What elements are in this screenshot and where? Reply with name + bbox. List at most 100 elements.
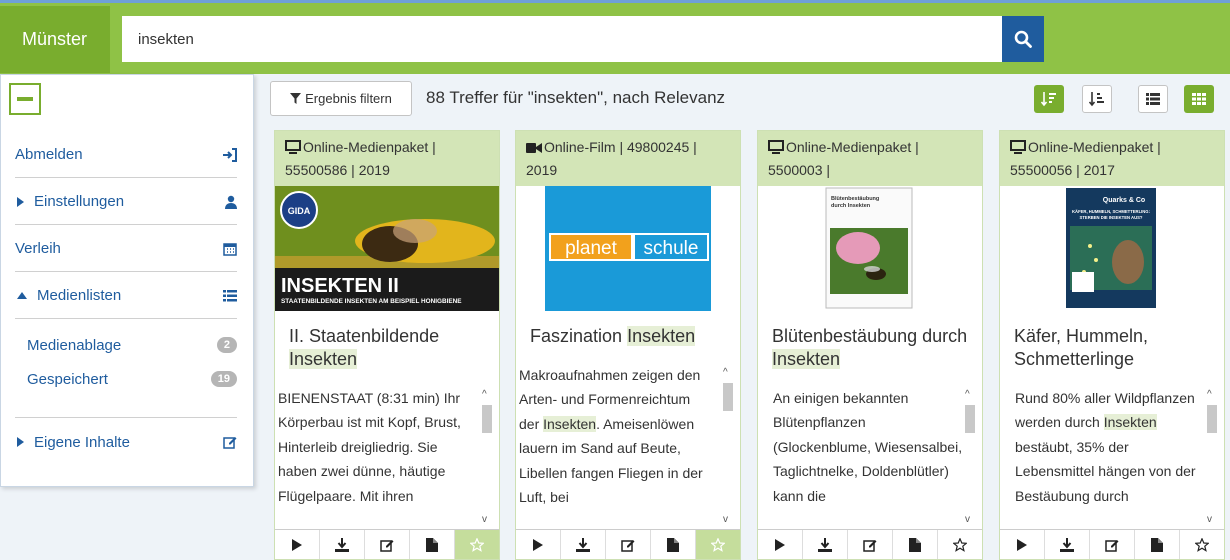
sidebar-item-label: Medienlisten [37, 287, 122, 304]
sidebar-item-label: Eigene Inhalte [34, 433, 130, 451]
scroll-up-icon[interactable]: ^ [1207, 389, 1212, 400]
card-scrollbar[interactable]: ^ v [481, 385, 493, 525]
scroll-up-icon[interactable]: ^ [965, 389, 970, 400]
card-meta-line2: 5500003 | [768, 162, 831, 178]
play-button[interactable] [275, 530, 320, 559]
play-icon [533, 538, 543, 551]
download-button[interactable] [1045, 530, 1090, 559]
list-view-icon [1146, 93, 1160, 105]
card-title-highlight: Insekten [772, 349, 841, 369]
scroll-up-icon[interactable]: ^ [723, 367, 728, 378]
scroll-down-icon[interactable]: v [482, 514, 487, 525]
edit-button[interactable] [1090, 530, 1135, 559]
scroll-thumb[interactable] [723, 383, 733, 411]
document-icon [1151, 537, 1163, 552]
sidebar-item-label: Einstellungen [34, 193, 125, 210]
media-card[interactable]: Online-Medienpaket | 55500586 | 2019 GID… [274, 130, 500, 560]
card-title[interactable]: Blütenbestäubung durch Insekten [758, 311, 982, 379]
favorite-button[interactable] [938, 530, 982, 559]
scroll-down-icon[interactable]: v [1207, 514, 1212, 525]
download-icon [818, 537, 832, 552]
card-scrollbar[interactable]: ^ v [722, 363, 734, 525]
scroll-down-icon[interactable]: v [965, 514, 970, 525]
play-icon [775, 538, 785, 551]
card-thumbnail[interactable]: GIDA INSEKTEN II STAATENBILDENDE INSEKTE… [275, 186, 499, 311]
sort-ascending-button[interactable] [1082, 85, 1112, 113]
edit-icon [621, 539, 635, 552]
media-card[interactable]: Online-Film | 49800245 | 2019 planet sch… [515, 130, 741, 560]
scroll-thumb[interactable] [965, 405, 975, 433]
card-thumbnail[interactable]: Blütenbestäubung durch Insekten [758, 186, 982, 311]
brand-label[interactable]: Münster [0, 6, 110, 73]
grid-view-button[interactable] [1184, 85, 1214, 113]
media-card[interactable]: Online-Medienpaket | 5500003 | Blütenbes… [757, 130, 983, 560]
card-title[interactable]: Käfer, Hummeln, Schmetterlinge [1000, 311, 1224, 379]
favorite-button[interactable] [1180, 530, 1224, 559]
caret-right-icon [17, 437, 24, 447]
favorite-button[interactable] [696, 530, 740, 559]
card-desc-highlight: Insekten [543, 415, 597, 432]
favorite-button[interactable] [455, 530, 499, 559]
monitor-icon [285, 140, 301, 154]
sidebar-sub-item-gespeichert[interactable]: Gespeichert 19 [27, 365, 237, 393]
cover-title-line1: Blütenbestäubung [831, 196, 879, 202]
card-meta-line2: 55500056 | 2017 [1010, 162, 1115, 178]
card-scrollbar[interactable]: ^ v [964, 385, 976, 525]
count-badge: 2 [216, 337, 237, 353]
top-bar: Münster [0, 0, 1230, 74]
scroll-thumb[interactable] [482, 405, 492, 433]
search-input[interactable] [122, 16, 1002, 62]
minus-icon [17, 97, 33, 101]
download-button[interactable] [561, 530, 606, 559]
card-title[interactable]: II. Staatenbildende Insekten [275, 311, 499, 379]
edit-icon [380, 539, 394, 552]
scroll-thumb[interactable] [1207, 405, 1217, 433]
card-thumbnail[interactable]: planet schule [516, 186, 740, 311]
list-view-button[interactable] [1138, 85, 1168, 113]
document-button[interactable] [893, 530, 938, 559]
download-button[interactable] [320, 530, 365, 559]
sort-asc-icon [1089, 92, 1104, 107]
monitor-icon [768, 140, 784, 154]
scroll-down-icon[interactable]: v [723, 514, 728, 525]
card-meta: Online-Medienpaket | 55500056 | 2017 [1000, 131, 1224, 186]
sidebar-item-einstellungen[interactable]: Einstellungen [15, 179, 237, 225]
sidebar-item-medienlisten[interactable]: Medienlisten [15, 273, 237, 319]
edit-icon [1105, 539, 1119, 552]
edit-button[interactable] [606, 530, 651, 559]
scroll-up-icon[interactable]: ^ [482, 389, 487, 400]
download-icon [1060, 537, 1074, 552]
search-button[interactable] [1002, 16, 1044, 62]
sidebar-sub-item-medienablage[interactable]: Medienablage 2 [27, 331, 237, 359]
filter-icon [290, 93, 302, 104]
media-card[interactable]: Online-Medienpaket | 55500056 | 2017 Qua… [999, 130, 1225, 560]
cover-title-line2: durch Insekten [831, 203, 871, 209]
play-button[interactable] [758, 530, 803, 559]
card-title-text: Faszination [530, 326, 623, 346]
cover-title-line2: STERBEN DIE INSEKTEN AUS? [1080, 215, 1143, 220]
grid-view-icon [1192, 93, 1206, 105]
document-button[interactable] [410, 530, 455, 559]
sidebar-item-verleih[interactable]: Verleih [15, 226, 237, 272]
logo-word-schule: schule [644, 238, 699, 259]
document-button[interactable] [651, 530, 696, 559]
filter-results-button[interactable]: Ergebnis filtern [270, 81, 412, 116]
film-camera-icon [526, 143, 542, 153]
play-icon [1017, 538, 1027, 551]
edit-button[interactable] [848, 530, 893, 559]
play-button[interactable] [1000, 530, 1045, 559]
collapse-sidebar-button[interactable] [9, 83, 41, 115]
quarks-cover-image: Quarks & Co KÄFER, HUMMELN, SCHMETTERLIN… [1066, 188, 1156, 308]
edit-button[interactable] [365, 530, 410, 559]
sort-descending-button[interactable] [1034, 85, 1064, 113]
card-thumbnail[interactable]: Quarks & Co KÄFER, HUMMELN, SCHMETTERLIN… [1000, 186, 1224, 311]
play-button[interactable] [516, 530, 561, 559]
document-button[interactable] [1135, 530, 1180, 559]
sidebar-item-eigene-inhalte[interactable]: Eigene Inhalte [15, 419, 237, 465]
search-icon [1014, 30, 1032, 48]
sidebar-item-abmelden[interactable]: Abmelden [15, 132, 237, 178]
card-scrollbar[interactable]: ^ v [1206, 385, 1218, 525]
card-actions [516, 529, 740, 559]
download-button[interactable] [803, 530, 848, 559]
card-description: BIENENSTAAT (8:31 min) Ihr Körperbau ist… [278, 386, 470, 526]
